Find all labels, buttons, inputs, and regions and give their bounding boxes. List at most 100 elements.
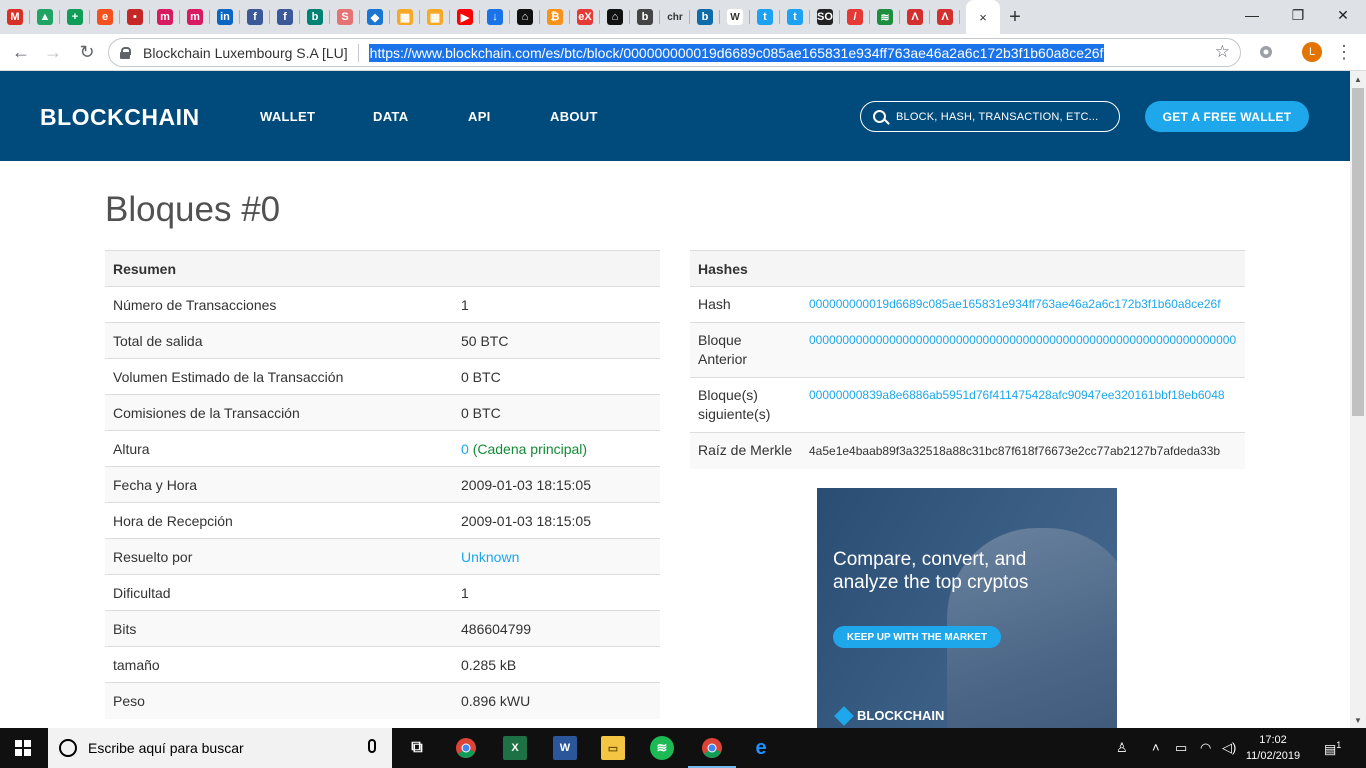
pinned-tab[interactable]: + <box>60 0 90 34</box>
pinned-tab[interactable]: SO <box>810 0 840 34</box>
scroll-up-icon[interactable]: ▲ <box>1350 71 1366 87</box>
word-icon[interactable]: W <box>553 736 577 760</box>
search-input[interactable]: BLOCK, HASH, TRANSACTION, ETC... <box>860 101 1120 132</box>
lock-icon[interactable] <box>120 46 131 59</box>
pinned-tab[interactable]: ▦ <box>390 0 420 34</box>
pinned-tab[interactable]: ▦ <box>420 0 450 34</box>
profile-avatar[interactable]: L <box>1302 42 1322 62</box>
back-arrow-icon[interactable]: ← <box>8 39 34 65</box>
pinned-tab[interactable]: ↓ <box>480 0 510 34</box>
acrobat-icon-2: Λ <box>937 9 953 25</box>
forward-arrow-icon[interactable]: → <box>40 39 66 65</box>
get-free-wallet-button[interactable]: GET A FREE WALLET <box>1145 101 1309 132</box>
page-scrollbar[interactable]: ▲ ▼ <box>1350 71 1366 728</box>
pinned-tab[interactable]: ◆ <box>360 0 390 34</box>
blockchain-logo[interactable]: BLOCKCHAIN <box>40 104 200 131</box>
bookmark-star-icon[interactable]: ☆ <box>1215 42 1230 62</box>
advertisement-banner[interactable]: Compare, convert, and analyze the top cr… <box>817 488 1117 728</box>
spotify-icon[interactable]: ≋ <box>650 736 674 760</box>
edge-icon[interactable]: e <box>749 736 773 760</box>
notifications-icon[interactable]: ▤1 <box>1324 740 1341 757</box>
bitcoin-icon: ₿ <box>547 9 563 25</box>
volume-icon[interactable]: ◁) <box>1222 740 1236 756</box>
bing-icon: b <box>307 9 323 25</box>
previous-block-link[interactable]: 0000000000000000000000000000000000000000… <box>801 322 1245 378</box>
active-tab-close-icon[interactable]: × <box>966 0 1000 34</box>
pinned-tab[interactable]: M <box>0 0 30 34</box>
pinned-tab[interactable]: S <box>330 0 360 34</box>
pinned-tab[interactable]: b <box>300 0 330 34</box>
row-label: Bloque(s) siguiente(s) <box>690 377 801 433</box>
excel-icon[interactable]: X <box>503 736 527 760</box>
row-value: 2009-01-03 18:15:05 <box>453 466 660 503</box>
new-tab-button[interactable]: + <box>1000 0 1030 34</box>
scroll-down-icon[interactable]: ▼ <box>1350 712 1366 728</box>
browser-menu-icon[interactable]: ⋮ <box>1334 42 1354 62</box>
pinned-tab[interactable]: ₿ <box>540 0 570 34</box>
next-block-link[interactable]: 00000000839a8e6886ab5951d76f411475428afc… <box>801 377 1245 433</box>
people-icon[interactable]: ♙ <box>1116 740 1128 756</box>
pinned-tab[interactable]: chr <box>660 0 690 34</box>
nav-data[interactable]: DATA <box>373 109 408 124</box>
table-icon: ▦ <box>397 9 413 25</box>
pinned-tab[interactable]: Λ <box>930 0 960 34</box>
pinned-tab[interactable]: W <box>720 0 750 34</box>
file-explorer-icon[interactable]: ▭ <box>601 736 625 760</box>
close-window-button[interactable]: ✕ <box>1320 0 1366 30</box>
pinned-tab[interactable]: eX <box>570 0 600 34</box>
wikipedia-icon: W <box>727 9 743 25</box>
extension-puzzle-icon[interactable] <box>1256 42 1276 62</box>
pinned-tab[interactable]: ▶ <box>450 0 480 34</box>
sheets-plus-icon: + <box>67 9 83 25</box>
pinned-tab[interactable]: ▲ <box>30 0 60 34</box>
row-value: 0 BTC <box>453 394 660 431</box>
minimize-button[interactable]: — <box>1229 0 1275 30</box>
browser-toolbar: ← → ↻ Blockchain Luxembourg S.A [LU] htt… <box>0 34 1366 71</box>
pinned-tab[interactable]: t <box>750 0 780 34</box>
pinned-tab[interactable]: m <box>180 0 210 34</box>
scroll-thumb[interactable] <box>1352 88 1364 416</box>
pinned-tab[interactable]: ⌂ <box>600 0 630 34</box>
chrome-icon[interactable] <box>454 736 478 760</box>
windows-start-icon[interactable] <box>15 740 31 756</box>
pinned-tab[interactable]: b <box>630 0 660 34</box>
xe-icon: eX <box>577 9 593 25</box>
battery-icon[interactable]: ▭ <box>1175 740 1187 756</box>
pinned-tab[interactable]: f <box>240 0 270 34</box>
row-label: Raíz de Merkle <box>690 432 801 469</box>
chrome-active-icon[interactable] <box>688 736 736 768</box>
facebook-icon: f <box>247 9 263 25</box>
pinned-tab[interactable]: ▪ <box>120 0 150 34</box>
pinned-tab[interactable]: e <box>90 0 120 34</box>
nav-wallet[interactable]: WALLET <box>260 109 315 124</box>
house-icon: ⌂ <box>517 9 533 25</box>
pinned-tab[interactable]: in <box>210 0 240 34</box>
miner-link[interactable]: Unknown <box>461 549 519 565</box>
nav-about[interactable]: ABOUT <box>550 109 598 124</box>
wifi-icon[interactable]: ◠ <box>1200 740 1211 756</box>
address-bar[interactable]: Blockchain Luxembourg S.A [LU] https://w… <box>108 38 1241 67</box>
pinned-tab[interactable]: ⌂ <box>510 0 540 34</box>
microphone-icon[interactable] <box>368 739 376 753</box>
url-text[interactable]: https://www.blockchain.com/es/btc/block/… <box>368 43 1105 62</box>
nav-api[interactable]: API <box>468 109 491 124</box>
taskbar-search[interactable]: Escribe aquí para buscar <box>48 728 392 768</box>
chevron-up-icon[interactable]: ˄ <box>1152 740 1160 755</box>
maximize-button[interactable]: ❐ <box>1275 0 1321 30</box>
pinned-tab[interactable]: Λ <box>900 0 930 34</box>
ad-cta-button[interactable]: KEEP UP WITH THE MARKET <box>833 626 1001 648</box>
system-clock[interactable]: 17:02 11/02/2019 <box>1245 732 1301 764</box>
m-icon: m <box>157 9 173 25</box>
site-identity[interactable]: Blockchain Luxembourg S.A [LU] <box>143 45 348 61</box>
height-link[interactable]: 0 <box>461 441 469 457</box>
divider <box>357 43 359 62</box>
block-hash-link[interactable]: 000000000019d6689c085ae165831e934ff763ae… <box>801 286 1245 323</box>
pinned-tab[interactable]: / <box>840 0 870 34</box>
reload-icon[interactable]: ↻ <box>74 39 100 65</box>
pinned-tab[interactable]: t <box>780 0 810 34</box>
pinned-tab[interactable]: ≋ <box>870 0 900 34</box>
pinned-tab[interactable]: m <box>150 0 180 34</box>
pinned-tab[interactable]: b <box>690 0 720 34</box>
pinned-tab[interactable]: f <box>270 0 300 34</box>
task-view-icon[interactable]: ⧉ <box>405 736 429 760</box>
